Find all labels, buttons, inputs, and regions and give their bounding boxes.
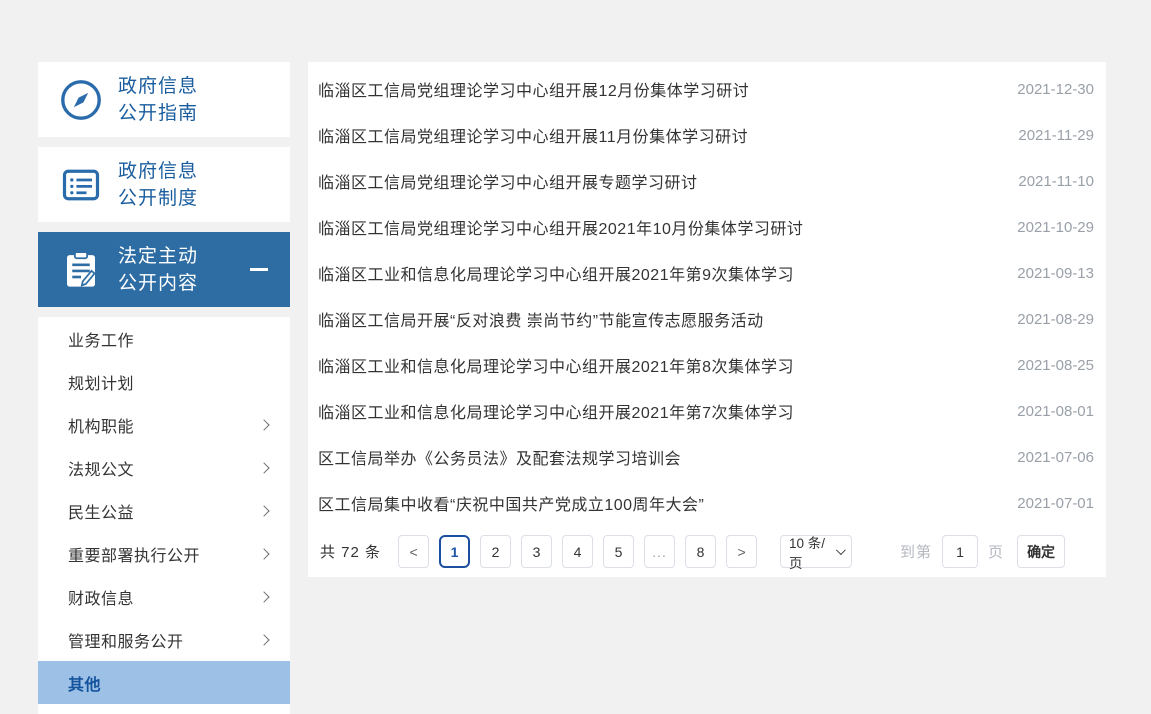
goto-page-label: 到第 (900, 541, 932, 562)
news-link[interactable]: 临淄区工信局党组理论学习中心组开展12月份集体学习研讨 (318, 77, 997, 101)
sidebar-block-label: 政府信息 公开制度 (118, 158, 198, 212)
sidebar-block-gov-info-rules[interactable]: 政府信息 公开制度 (38, 147, 290, 222)
goto-page-input[interactable] (942, 535, 978, 568)
menu-item-label: 业务工作 (68, 327, 134, 351)
news-row[interactable]: 临淄区工信局党组理论学习中心组开展12月份集体学习研讨 2021-12-30 (308, 66, 1106, 112)
sidebar-item-public-welfare[interactable]: 民生公益 (38, 489, 290, 532)
news-link[interactable]: 临淄区工信局党组理论学习中心组开展专题学习研讨 (318, 169, 998, 193)
sidebar-block-statutory-disclosure[interactable]: 法定主动 公开内容 (38, 232, 290, 307)
menu-item-label: 机构职能 (68, 413, 134, 437)
collapse-minus-icon[interactable] (250, 268, 268, 271)
news-row[interactable]: 临淄区工信局党组理论学习中心组开展11月份集体学习研讨 2021-11-29 (308, 112, 1106, 158)
news-date: 2021-08-01 (1017, 403, 1094, 420)
news-row[interactable]: 临淄区工信局党组理论学习中心组开展2021年10月份集体学习研讨 2021-10… (308, 204, 1106, 250)
sidebar-item-mgmt-service[interactable]: 管理和服务公开 (38, 618, 290, 661)
news-row[interactable]: 临淄区工业和信息化局理论学习中心组开展2021年第7次集体学习 2021-08-… (308, 388, 1106, 434)
chevron-right-icon (258, 548, 269, 559)
news-date: 2021-07-01 (1017, 495, 1094, 512)
menu-item-label: 其他 (68, 671, 101, 695)
sidebar-item-regulations[interactable]: 法规公文 (38, 446, 290, 489)
sidebar-item-business-work[interactable]: 业务工作 (38, 317, 290, 360)
news-link[interactable]: 临淄区工业和信息化局理论学习中心组开展2021年第8次集体学习 (318, 353, 997, 377)
clipboard-pen-icon (58, 247, 104, 293)
menu-item-label: 法规公文 (68, 456, 134, 480)
prev-page-button[interactable]: < (398, 535, 429, 568)
news-list: 临淄区工信局党组理论学习中心组开展12月份集体学习研讨 2021-12-30 临… (308, 62, 1106, 526)
chevron-right-icon (258, 462, 269, 473)
page-button-3[interactable]: 3 (521, 535, 552, 568)
sidebar-submenu: 业务工作 规划计划 机构职能 法规公文 民生公益 重要部署执行公开 财政信息 管… (38, 317, 290, 714)
page-button-2[interactable]: 2 (480, 535, 511, 568)
news-link[interactable]: 区工信局集中收看“庆祝中国共产党成立100周年大会” (318, 491, 997, 515)
page-unit-label: 页 (988, 541, 1003, 562)
news-link[interactable]: 区工信局举办《公务员法》及配套法规学习培训会 (318, 445, 997, 469)
news-link[interactable]: 临淄区工业和信息化局理论学习中心组开展2021年第9次集体学习 (318, 261, 997, 285)
sidebar-block-label: 法定主动 公开内容 (118, 243, 198, 297)
menu-item-label: 管理和服务公开 (68, 628, 184, 652)
news-date: 2021-11-10 (1018, 173, 1094, 190)
page-size-select[interactable]: 10 条/页 (780, 535, 852, 568)
news-date: 2021-11-29 (1018, 127, 1094, 144)
news-row[interactable]: 临淄区工业和信息化局理论学习中心组开展2021年第8次集体学习 2021-08-… (308, 342, 1106, 388)
news-link[interactable]: 临淄区工信局党组理论学习中心组开展11月份集体学习研讨 (318, 123, 998, 147)
news-row[interactable]: 临淄区工信局开展“反对浪费 崇尚节约”节能宣传志愿服务活动 2021-08-29 (308, 296, 1106, 342)
news-link[interactable]: 临淄区工信局开展“反对浪费 崇尚节约”节能宣传志愿服务活动 (318, 307, 997, 331)
chevron-right-icon (258, 419, 269, 430)
news-row[interactable]: 区工信局集中收看“庆祝中国共产党成立100周年大会” 2021-07-01 (308, 480, 1106, 526)
sidebar-item-org-functions[interactable]: 机构职能 (38, 403, 290, 446)
news-date: 2021-07-06 (1017, 449, 1094, 466)
page-button-8[interactable]: 8 (685, 535, 716, 568)
news-date: 2021-12-30 (1017, 81, 1094, 98)
news-row[interactable]: 区工信局举办《公务员法》及配套法规学习培训会 2021-07-06 (308, 434, 1106, 480)
chevron-right-icon (258, 591, 269, 602)
confirm-button[interactable]: 确定 (1017, 535, 1065, 568)
news-panel: 临淄区工信局党组理论学习中心组开展12月份集体学习研讨 2021-12-30 临… (308, 62, 1106, 577)
total-count-label: 共 72 条 (320, 541, 381, 562)
page-size-value: 10 条/页 (789, 532, 836, 572)
news-date: 2021-08-29 (1017, 311, 1094, 328)
news-date: 2021-09-13 (1017, 265, 1094, 282)
sidebar-item-planning[interactable]: 规划计划 (38, 360, 290, 403)
sidebar-item-other[interactable]: 其他 (38, 661, 290, 704)
chevron-right-icon (258, 505, 269, 516)
sidebar: 政府信息 公开指南 政府信息 公开制度 (38, 62, 290, 714)
chevron-right-icon (258, 634, 269, 645)
chevron-down-icon (836, 545, 846, 555)
news-date: 2021-10-29 (1017, 219, 1094, 236)
page-button-1[interactable]: 1 (439, 535, 470, 568)
news-row[interactable]: 临淄区工业和信息化局理论学习中心组开展2021年第9次集体学习 2021-09-… (308, 250, 1106, 296)
sidebar-item-key-deployment[interactable]: 重要部署执行公开 (38, 532, 290, 575)
menu-item-label: 民生公益 (68, 499, 134, 523)
news-link[interactable]: 临淄区工信局党组理论学习中心组开展2021年10月份集体学习研讨 (318, 215, 997, 239)
menu-item-label: 财政信息 (68, 585, 134, 609)
page-button-5[interactable]: 5 (603, 535, 634, 568)
sidebar-block-label: 政府信息 公开指南 (118, 73, 198, 127)
sidebar-item-fiscal-info[interactable]: 财政信息 (38, 575, 290, 618)
news-date: 2021-08-25 (1017, 357, 1094, 374)
page-button-4[interactable]: 4 (562, 535, 593, 568)
pagination-bar: 共 72 条 < 1 2 3 4 5 ... 8 > 10 条/页 到第 页 确… (308, 535, 1106, 568)
menu-item-label: 规划计划 (68, 370, 134, 394)
news-link[interactable]: 临淄区工业和信息化局理论学习中心组开展2021年第7次集体学习 (318, 399, 997, 423)
more-pages-ellipsis-button[interactable]: ... (644, 535, 675, 568)
menu-item-label: 重要部署执行公开 (68, 542, 200, 566)
sidebar-block-gov-info-guide[interactable]: 政府信息 公开指南 (38, 62, 290, 137)
compass-icon (58, 77, 104, 123)
next-page-button[interactable]: > (726, 535, 757, 568)
news-row[interactable]: 临淄区工信局党组理论学习中心组开展专题学习研讨 2021-11-10 (308, 158, 1106, 204)
rules-book-icon (58, 162, 104, 208)
